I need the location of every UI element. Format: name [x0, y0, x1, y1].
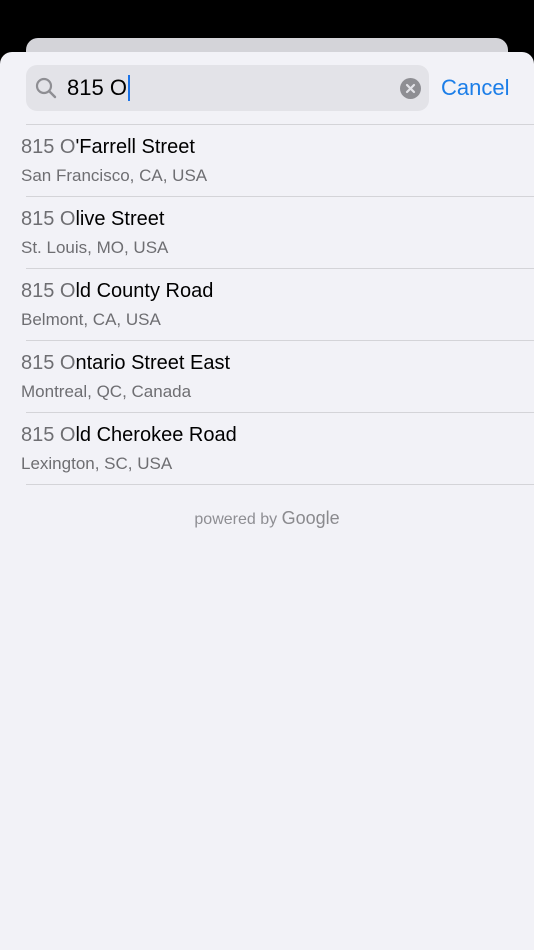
- result-match: 815 O: [21, 280, 76, 302]
- result-subtitle: Belmont, CA, USA: [21, 310, 161, 329]
- google-logo: Google: [281, 508, 340, 528]
- result-item[interactable]: 815 Old County Road Belmont, CA, USA: [21, 269, 534, 341]
- search-query-text: 815 O: [67, 75, 127, 100]
- result-rest: ld County Road: [75, 280, 214, 302]
- result-title: 815 Olive Street: [21, 207, 164, 231]
- result-item[interactable]: 815 Old Cherokee Road Lexington, SC, USA: [21, 413, 534, 485]
- result-title: 815 O'Farrell Street: [21, 135, 195, 159]
- result-title: 815 Ontario Street East: [21, 351, 230, 375]
- result-subtitle: Lexington, SC, USA: [21, 454, 173, 473]
- result-title: 815 Old Cherokee Road: [21, 423, 237, 447]
- cancel-button[interactable]: Cancel: [441, 75, 509, 101]
- text-caret: [127, 75, 130, 101]
- attribution: powered by Google: [0, 508, 534, 529]
- result-rest: ntario Street East: [75, 352, 231, 374]
- result-item[interactable]: 815 Ontario Street East Montreal, QC, Ca…: [21, 341, 534, 413]
- result-match: 815 O: [21, 136, 76, 158]
- search-query[interactable]: 815 O: [67, 75, 130, 101]
- result-subtitle: Montreal, QC, Canada: [21, 382, 192, 401]
- results-list: 815 O'Farrell Street San Francisco, CA, …: [0, 125, 534, 485]
- attribution-prefix: powered by: [194, 511, 278, 528]
- result-item[interactable]: 815 O'Farrell Street San Francisco, CA, …: [21, 125, 534, 197]
- result-title: 815 Old County Road: [21, 279, 213, 303]
- result-subtitle: San Francisco, CA, USA: [21, 166, 208, 185]
- search-icon: [35, 77, 57, 99]
- search-input[interactable]: 815 O: [26, 65, 429, 111]
- search-sheet: 815 O Cancel 815 O'Farrell Street San Fr…: [0, 52, 534, 950]
- result-match: 815 O: [21, 208, 76, 230]
- result-rest: live Street: [75, 208, 165, 230]
- result-rest: 'Farrell Street: [75, 136, 195, 158]
- result-match: 815 O: [21, 352, 76, 374]
- search-bar: 815 O Cancel: [26, 65, 534, 111]
- clear-icon[interactable]: [400, 78, 421, 99]
- result-item[interactable]: 815 Olive Street St. Louis, MO, USA: [21, 197, 534, 269]
- result-match: 815 O: [21, 424, 76, 446]
- result-subtitle: St. Louis, MO, USA: [21, 238, 169, 257]
- result-rest: ld Cherokee Road: [75, 424, 237, 446]
